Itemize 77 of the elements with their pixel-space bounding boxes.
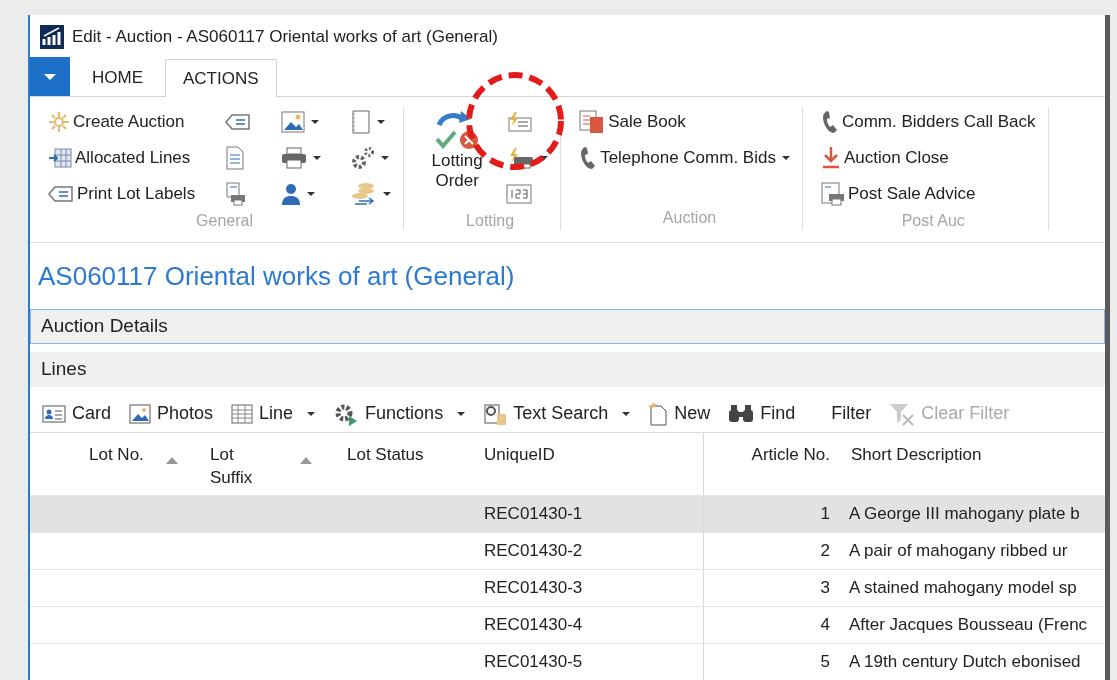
clear-filter-icon — [889, 401, 916, 426]
ribbon-button[interactable]: Post Sale Advice — [818, 179, 1038, 209]
table-cell-text: REC01430-3 — [483, 577, 583, 600]
picture-icon — [281, 111, 306, 133]
document-printer-icon — [225, 182, 248, 206]
ribbon-button[interactable]: Print Lot Labels — [46, 179, 198, 209]
table-cell-text: A George III mahogany plate b — [848, 503, 1080, 526]
table-cell-text: 5 — [819, 651, 830, 674]
column-header[interactable]: Lot Status — [347, 433, 424, 466]
table-cell-text: 3 — [819, 577, 830, 600]
tag-icon — [48, 185, 74, 203]
table-cell-text: 4 — [819, 614, 830, 637]
menu-button[interactable] — [30, 57, 70, 96]
table-cell-text: REC01430-4 — [483, 614, 583, 637]
download-icon — [820, 146, 841, 170]
group-label: Lotting — [465, 211, 516, 231]
ribbon-button[interactable]: Sale Book — [577, 107, 792, 137]
ribbon-button[interactable]: Auction Close — [818, 143, 1038, 173]
toolbar-button[interactable]: Text Search — [481, 400, 633, 427]
contact-card-icon — [42, 403, 66, 424]
table-cell-text: 2 — [819, 540, 830, 563]
phone-icon — [820, 110, 839, 134]
toolbar-button[interactable]: Find — [726, 400, 798, 427]
caret-icon — [43, 72, 57, 81]
grid-icon — [231, 403, 254, 424]
text-search-icon — [483, 401, 508, 426]
table-cell-text: A 19th century Dutch ebonised — [848, 651, 1081, 674]
group-label: Post Auc — [900, 211, 966, 231]
toolbar-button[interactable]: New — [646, 400, 713, 427]
gears-icon — [351, 146, 376, 170]
table-cell-text: A pair of mahogany ribbed ur — [848, 540, 1068, 563]
table-arrow-icon — [48, 147, 72, 169]
window-title: Edit - Auction - AS060117 Oriental works of art (General) — [72, 25, 498, 48]
lightning-card-icon — [506, 111, 533, 133]
toolbar-button[interactable]: Filter — [829, 400, 874, 427]
toolbar-button[interactable]: Card — [40, 400, 113, 427]
ribbon-button[interactable]: Create Auction — [46, 107, 198, 137]
toolbar-button[interactable]: Functions — [331, 400, 468, 427]
ribbon-button[interactable]: Comm. Bidders Call Back — [818, 107, 1038, 137]
document-icon — [225, 146, 246, 170]
ribbon-tab[interactable]: HOME — [74, 59, 161, 96]
phone-icon — [579, 146, 598, 170]
column-header[interactable]: Short Description — [851, 433, 982, 466]
table-cell-text: After Jacques Bousseau (Frenc — [848, 614, 1088, 637]
table-cell-text: 1 — [819, 503, 830, 526]
group-label: Auction — [661, 208, 718, 228]
toolbar-button[interactable]: Photos — [127, 400, 216, 427]
column-header[interactable]: Lot No. — [89, 433, 144, 466]
sale-book-icon — [579, 110, 606, 134]
toolbar-button[interactable]: Line — [229, 400, 318, 427]
lotting-order-button[interactable]: Lotting Order — [420, 107, 495, 191]
person-icon — [281, 183, 302, 205]
printer-icon — [281, 147, 308, 169]
column-header[interactable]: Lot Suffix — [210, 433, 253, 489]
section-header[interactable]: Auction Details — [30, 309, 1105, 344]
new-page-icon — [648, 401, 669, 426]
table-cell-text: REC01430-1 — [483, 503, 583, 526]
group-label: General — [195, 211, 255, 231]
table-cell-text: REC01430-5 — [483, 651, 583, 674]
table-cell-text: A stained mahogany model sp — [848, 577, 1077, 600]
column-header[interactable]: Article No. — [751, 433, 830, 466]
picture-icon — [129, 403, 151, 424]
tag-icon — [225, 113, 252, 131]
ribbon-button[interactable]: Allocated Lines — [46, 143, 198, 173]
page-title: AS060117 Oriental works of art (General) — [38, 259, 515, 293]
app-logo-icon — [40, 24, 64, 49]
selected-row[interactable]: REC01430-1 1 A George III mahogany plate b — [30, 495, 1105, 532]
print-preview-icon — [820, 182, 845, 206]
binoculars-icon — [728, 403, 755, 424]
table-cell-text: REC01430-2 — [483, 540, 583, 563]
column-header[interactable]: UniqueID — [484, 433, 555, 466]
section-header[interactable]: Lines — [30, 352, 1105, 387]
ribbon-tab[interactable]: ACTIONS — [165, 59, 277, 97]
page-icon — [351, 110, 372, 134]
number-box-icon — [506, 184, 533, 204]
ribbon-button[interactable]: Telephone Comm. Bids — [577, 143, 792, 173]
sun-icon — [48, 111, 70, 133]
